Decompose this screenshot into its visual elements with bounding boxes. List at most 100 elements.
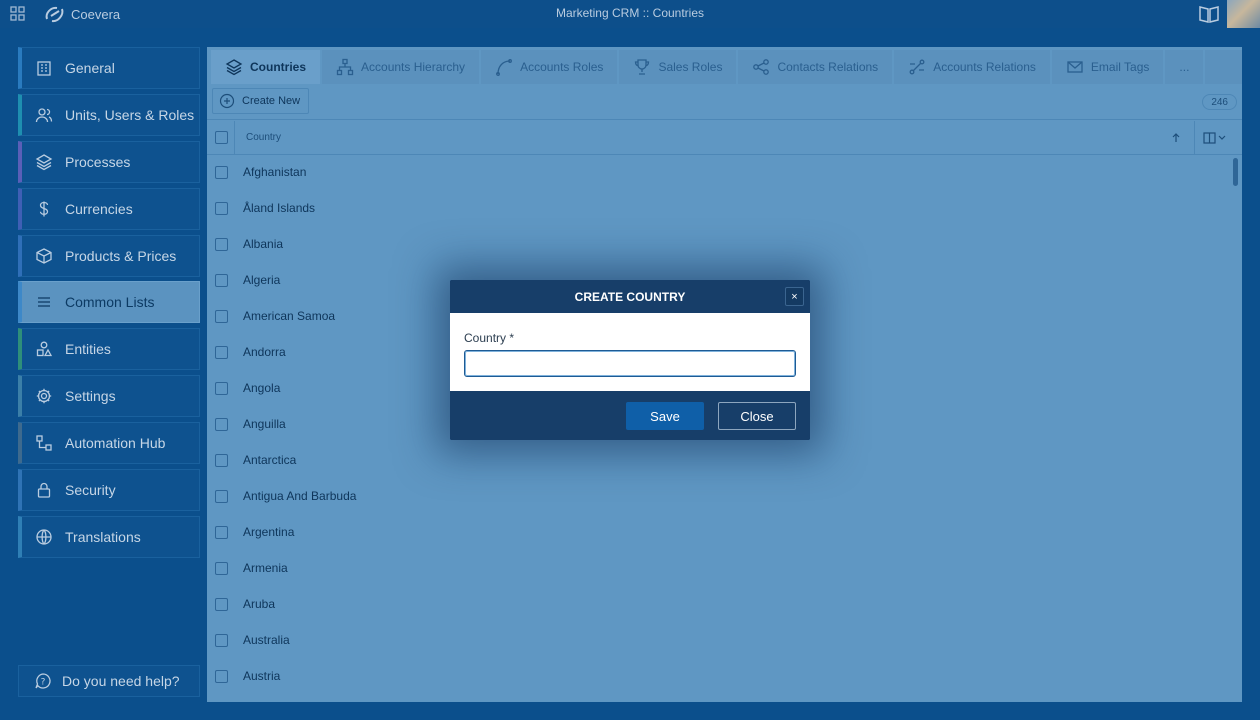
table-row[interactable]: Åland Islands [207, 191, 1242, 227]
row-checkbox[interactable] [215, 346, 228, 359]
tab-email-tags[interactable]: Email Tags [1051, 50, 1164, 84]
row-checkbox[interactable] [215, 310, 228, 323]
table-row[interactable]: Antigua And Barbuda [207, 479, 1242, 515]
gear-icon [36, 389, 52, 404]
curve-icon [496, 59, 513, 76]
country-input[interactable] [464, 350, 796, 377]
row-checkbox[interactable] [215, 670, 228, 683]
row-checkbox[interactable] [215, 634, 228, 647]
header-divider-right [1194, 121, 1195, 155]
row-checkbox[interactable] [215, 562, 228, 575]
column-chooser-icon[interactable] [1203, 130, 1229, 146]
lock-icon [37, 482, 51, 498]
tab-label: Accounts Relations [933, 60, 1036, 74]
sidebar-item-security[interactable]: Security [18, 469, 200, 512]
row-checkbox[interactable] [215, 238, 228, 251]
dialog-header: CREATE COUNTRY × [450, 280, 810, 313]
tab-bar: Countries Accounts Hierarchy Accounts Role… [211, 50, 1242, 84]
tab-accounts-roles[interactable]: Accounts Roles [481, 50, 618, 84]
sidebar-item-general[interactable]: General [18, 47, 200, 89]
close-button[interactable]: Close [718, 402, 796, 430]
user-avatar[interactable] [1227, 0, 1260, 28]
sidebar-item-currencies[interactable]: Currencies [18, 187, 200, 230]
row-checkbox[interactable] [215, 418, 228, 431]
plus-circle-icon [219, 93, 235, 109]
tab-label: Email Tags [1090, 60, 1150, 74]
sidebar: General Units, Users & Roles Processes Curr… [18, 47, 200, 563]
row-checkbox[interactable] [215, 382, 228, 395]
row-checkbox[interactable] [215, 490, 228, 503]
shapes-icon [36, 341, 53, 357]
select-all-checkbox[interactable] [215, 131, 228, 144]
create-country-dialog: CREATE COUNTRY × Country * Save Close [450, 280, 810, 440]
workflow-icon [36, 435, 52, 451]
trophy-icon [635, 59, 650, 75]
help-button[interactable]: ? Do you need help? [18, 665, 200, 697]
sort-ascending-icon[interactable] [1169, 131, 1183, 145]
row-checkbox[interactable] [215, 202, 228, 215]
sidebar-item-products-prices[interactable]: Products & Prices [18, 234, 200, 277]
save-button[interactable]: Save [626, 402, 704, 430]
table-row[interactable]: Antarctica [207, 443, 1242, 479]
country-name: Austria [243, 669, 281, 683]
dialog-close-icon[interactable]: × [785, 287, 804, 306]
globe-icon [36, 529, 52, 545]
grid-scrollbar[interactable] [1233, 158, 1238, 186]
sidebar-item-processes[interactable]: Processes [18, 140, 200, 183]
dialog-title: CREATE COUNTRY [574, 289, 686, 304]
tab-label: Accounts Hierarchy [361, 60, 466, 74]
tab-label: ... [1179, 60, 1190, 74]
column-header-country[interactable]: Country [246, 132, 281, 143]
dialog-body: Country * [450, 313, 810, 391]
help-icon: ? [35, 673, 51, 689]
row-checkbox[interactable] [215, 166, 228, 179]
sidebar-item-label: Products & Prices [65, 247, 177, 264]
svg-text:?: ? [41, 678, 46, 688]
book-icon[interactable] [1198, 4, 1220, 24]
table-row[interactable]: Austria [207, 659, 1242, 695]
table-row[interactable]: Afghanistan [207, 155, 1242, 191]
share-icon [753, 59, 770, 75]
create-new-button[interactable]: Create New [212, 88, 310, 114]
sidebar-item-settings[interactable]: Settings [18, 375, 200, 418]
create-new-label: Create New [242, 95, 301, 107]
sidebar-item-label: Translations [65, 528, 141, 545]
top-bar: Coevera Marketing CRM :: Countries [0, 0, 1260, 28]
relation-icon [909, 59, 925, 75]
country-name: Antarctica [243, 453, 297, 467]
country-name: Antigua And Barbuda [243, 489, 357, 503]
box-icon [36, 247, 52, 264]
sidebar-item-automation-hub[interactable]: Automation Hub [18, 422, 200, 465]
row-checkbox[interactable] [215, 454, 228, 467]
tab-contacts-relations[interactable]: Contacts Relations [738, 50, 893, 84]
table-row[interactable]: Aruba [207, 587, 1242, 623]
hierarchy-icon [336, 58, 354, 76]
row-checkbox[interactable] [215, 598, 228, 611]
help-label: Do you need help? [62, 673, 180, 689]
mail-icon [1067, 61, 1083, 73]
sidebar-item-units-users-roles[interactable]: Units, Users & Roles [18, 93, 200, 136]
sidebar-item-label: Processes [65, 153, 131, 170]
sidebar-item-translations[interactable]: Translations [18, 515, 200, 558]
table-row[interactable]: Argentina [207, 515, 1242, 551]
users-icon [35, 108, 53, 122]
tab-countries[interactable]: Countries [211, 50, 321, 84]
sidebar-item-common-lists[interactable]: Common Lists [18, 281, 200, 324]
tab-label: Contacts Relations [777, 60, 879, 74]
tab-sales-roles[interactable]: Sales Roles [619, 50, 737, 84]
tab-accounts-hierarchy[interactable]: Accounts Hierarchy [322, 50, 480, 84]
table-row[interactable]: Australia [207, 623, 1242, 659]
sidebar-item-label: Settings [65, 388, 116, 405]
table-row[interactable]: Albania [207, 227, 1242, 263]
row-checkbox[interactable] [215, 526, 228, 539]
tab-label: Sales Roles [658, 60, 723, 74]
table-row[interactable]: Armenia [207, 551, 1242, 587]
sidebar-item-entities[interactable]: Entities [18, 328, 200, 371]
country-name: American Samoa [243, 309, 336, 323]
tab-more[interactable]: ... [1165, 50, 1204, 84]
sidebar-item-label: Entities [65, 341, 111, 358]
row-checkbox[interactable] [215, 274, 228, 287]
tab-accounts-relations[interactable]: Accounts Relations [894, 50, 1050, 84]
country-name: Albania [243, 237, 284, 251]
header-divider [234, 121, 235, 155]
